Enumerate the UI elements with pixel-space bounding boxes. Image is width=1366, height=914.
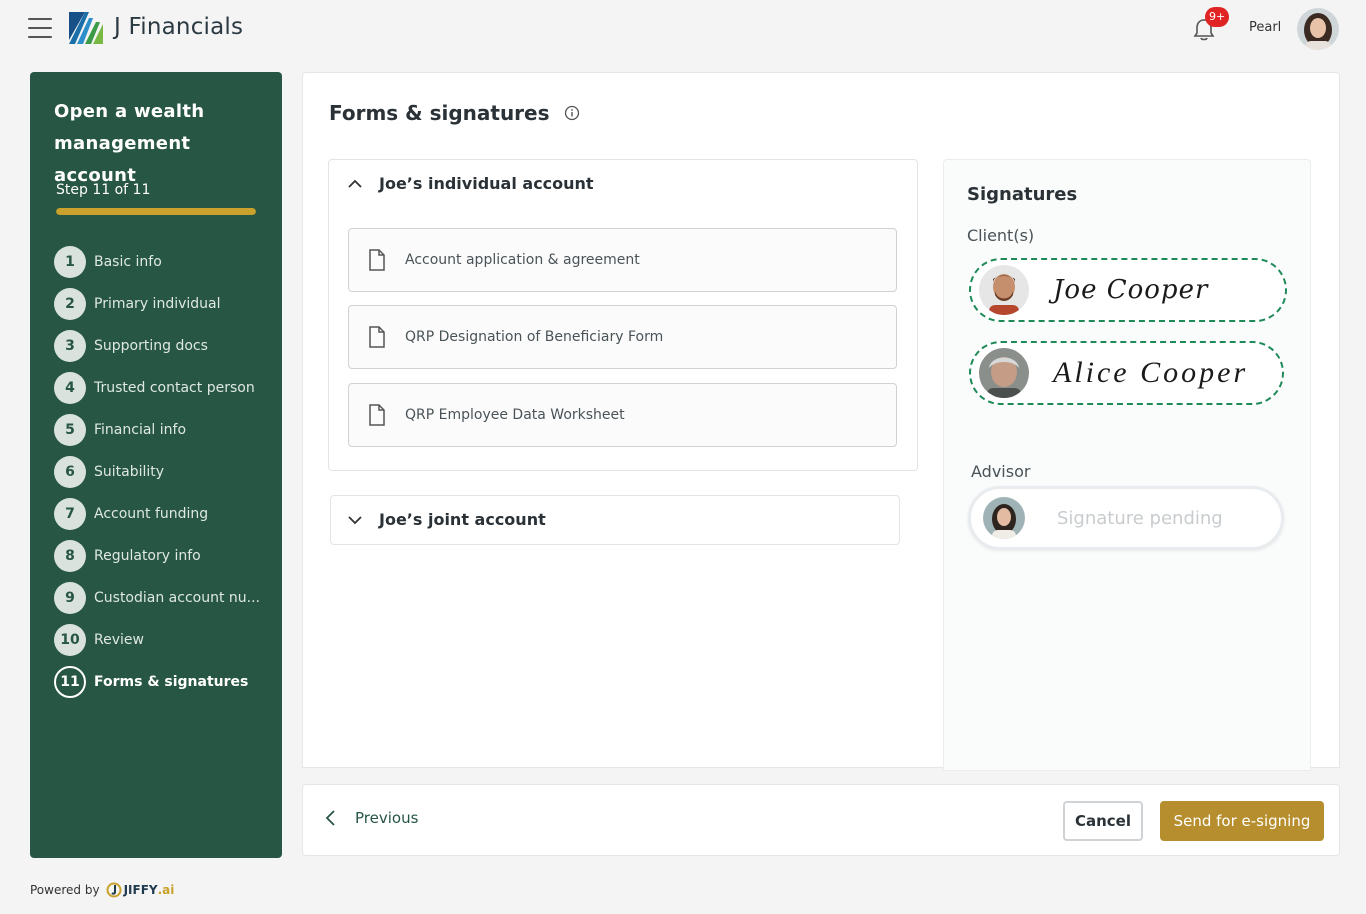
accordion-title: Joe’s joint account: [379, 510, 546, 529]
step-item-supporting-docs[interactable]: 3 Supporting docs: [54, 325, 274, 367]
step-number: 11: [54, 666, 86, 698]
step-item-custodian-account[interactable]: 9 Custodian account nu...: [54, 577, 274, 619]
advisor-signature-pending[interactable]: Signature pending: [968, 486, 1284, 550]
client-avatar: [979, 265, 1029, 315]
step-item-review[interactable]: 10 Review: [54, 619, 274, 661]
step-item-trusted-contact[interactable]: 4 Trusted contact person: [54, 367, 274, 409]
document-label: QRP Designation of Beneficiary Form: [405, 329, 664, 345]
jiffy-logo: JIFFY .ai: [106, 882, 175, 898]
document-icon: [369, 249, 385, 271]
step-number: 4: [54, 372, 86, 404]
step-item-suitability[interactable]: 6 Suitability: [54, 451, 274, 493]
step-label: Regulatory info: [94, 548, 201, 564]
brand-name: J Financials: [114, 14, 244, 40]
accordion-header[interactable]: Joe’s joint account: [347, 510, 546, 529]
jiffy-brand-suffix: .ai: [157, 883, 175, 897]
step-item-account-funding[interactable]: 7 Account funding: [54, 493, 274, 535]
advisor-label: Advisor: [971, 462, 1031, 481]
send-for-e-signing-button[interactable]: Send for e-signing: [1160, 801, 1324, 841]
step-number: 1: [54, 246, 86, 278]
signature-pending-text: Signature pending: [1057, 507, 1223, 529]
step-number: 5: [54, 414, 86, 446]
step-item-financial-info[interactable]: 5 Financial info: [54, 409, 274, 451]
jiffy-logo-icon: [106, 882, 122, 898]
user-name: Pearl: [1249, 20, 1282, 35]
step-label: Forms & signatures: [94, 674, 249, 690]
accordion-header[interactable]: Joe’s individual account: [347, 174, 594, 193]
main-panel: Forms & signatures Joe’s individual acco…: [302, 72, 1340, 771]
step-label: Basic info: [94, 254, 162, 270]
footer-bar: Previous Cancel Send for e-signing: [302, 784, 1340, 856]
step-list: 1 Basic info 2 Primary individual 3 Support…: [54, 241, 274, 703]
accordion-individual-account: Joe’s individual account Account applica…: [328, 159, 918, 471]
previous-label: Previous: [355, 809, 419, 827]
document-item[interactable]: QRP Employee Data Worksheet: [348, 383, 897, 447]
step-item-forms-signatures[interactable]: 11 Forms & signatures: [54, 661, 274, 703]
powered-by: Powered by JIFFY .ai: [30, 882, 174, 898]
accordion-title: Joe’s individual account: [379, 174, 594, 193]
clients-label: Client(s): [967, 226, 1035, 245]
top-bar: J Financials 9+ Pearl: [0, 0, 1366, 60]
step-counter: Step 11 of 11: [56, 182, 151, 198]
step-label: Financial info: [94, 422, 187, 438]
client-avatar: [979, 348, 1029, 398]
step-label: Review: [94, 632, 144, 648]
document-icon: [369, 326, 385, 348]
j-financials-logo: [69, 12, 103, 44]
step-number: 8: [54, 540, 86, 572]
cancel-button[interactable]: Cancel: [1063, 801, 1143, 841]
step-progress-bar: [56, 208, 256, 215]
chevron-up-icon: [348, 179, 362, 188]
step-number: 7: [54, 498, 86, 530]
user-avatar[interactable]: [1297, 8, 1339, 50]
menu-icon[interactable]: [28, 18, 52, 38]
step-label: Suitability: [94, 464, 165, 480]
wizard-sidebar: Open a wealth management account Step 11…: [30, 72, 282, 858]
client-signature-joe[interactable]: Joe Cooper: [969, 258, 1287, 322]
document-label: Account application & agreement: [405, 252, 640, 268]
accordion-joint-account: Joe’s joint account: [330, 495, 900, 545]
chevron-down-icon: [348, 515, 362, 524]
client-signature-text: Joe Cooper: [1053, 275, 1209, 305]
step-number: 9: [54, 582, 86, 614]
step-item-basic-info[interactable]: 1 Basic info: [54, 241, 274, 283]
progress-fill: [56, 208, 256, 215]
advisor-avatar: [983, 497, 1025, 539]
step-number: 3: [54, 330, 86, 362]
step-label: Primary individual: [94, 296, 221, 312]
step-number: 2: [54, 288, 86, 320]
page-title: Forms & signatures: [329, 101, 550, 125]
chevron-left-icon: [325, 810, 335, 826]
jiffy-brand: JIFFY: [123, 883, 158, 897]
document-item[interactable]: QRP Designation of Beneficiary Form: [348, 305, 897, 369]
signatures-panel: Signatures Client(s) Joe Cooper Alice Co…: [943, 159, 1311, 771]
signatures-title: Signatures: [967, 184, 1078, 205]
step-item-regulatory-info[interactable]: 8 Regulatory info: [54, 535, 274, 577]
step-label: Account funding: [94, 506, 209, 522]
page-title-row: Forms & signatures: [329, 101, 580, 125]
document-item[interactable]: Account application & agreement: [348, 228, 897, 292]
document-icon: [369, 404, 385, 426]
step-label: Custodian account nu...: [94, 590, 260, 606]
info-icon[interactable]: [564, 105, 580, 121]
step-number: 10: [54, 624, 86, 656]
document-label: QRP Employee Data Worksheet: [405, 407, 625, 423]
client-signature-text: Alice Cooper: [1053, 356, 1249, 389]
previous-button[interactable]: Previous: [323, 809, 418, 827]
step-number: 6: [54, 456, 86, 488]
step-label: Supporting docs: [94, 338, 208, 354]
client-signature-alice[interactable]: Alice Cooper: [969, 341, 1284, 405]
sidebar-title: Open a wealth management account: [54, 101, 205, 186]
notification-badge: 9+: [1205, 7, 1230, 27]
step-item-primary-individual[interactable]: 2 Primary individual: [54, 283, 274, 325]
step-label: Trusted contact person: [94, 380, 255, 396]
powered-by-label: Powered by: [30, 883, 100, 897]
